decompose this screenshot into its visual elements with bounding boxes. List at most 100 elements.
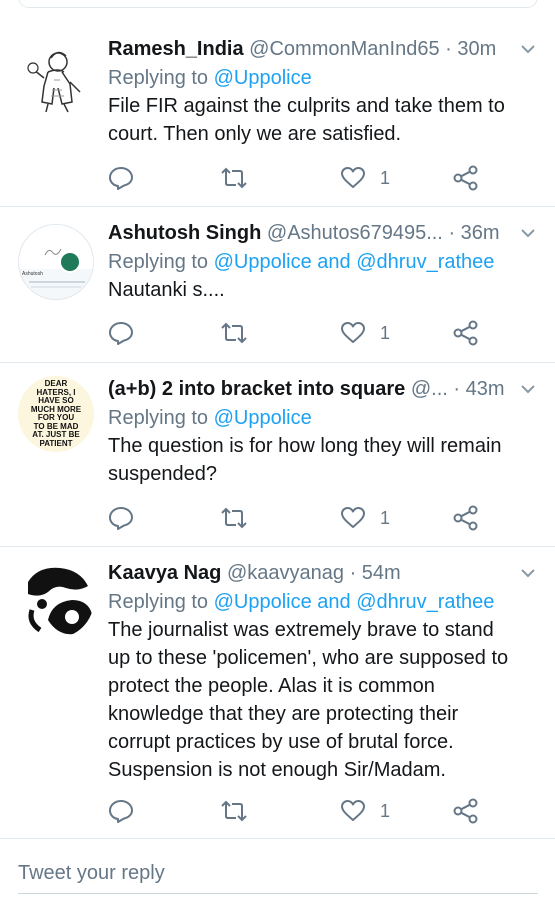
chevron-down-icon[interactable] <box>519 374 537 404</box>
tweet-time: · 36m <box>448 222 500 244</box>
author-name[interactable]: Ashutosh Singh <box>108 222 261 244</box>
tweet-content: Ashutosh Singh @Ashutos679495... · 36m R… <box>108 218 537 304</box>
tweet-actions: 1 <box>108 796 508 826</box>
tweet-actions: 1 <box>108 163 508 193</box>
replying-to-joiner: and <box>311 591 357 613</box>
tweet-time: · 43m <box>453 378 505 400</box>
mention-link[interactable]: @dhruv_rathee <box>356 591 494 613</box>
author-name[interactable]: (a+b) 2 into bracket into square <box>108 378 405 400</box>
mention-link[interactable]: @Uppolice <box>214 251 312 273</box>
retweet-icon <box>220 798 248 824</box>
author-name[interactable]: Ramesh_India <box>108 38 244 60</box>
share-icon <box>453 505 479 531</box>
tweet-actions: 1 <box>108 318 508 348</box>
tweet[interactable]: Ramesh_India @CommonManInd65 · 30m Reply… <box>0 20 555 207</box>
replying-to: Replying to @Uppolice <box>108 64 537 92</box>
avatar-image <box>27 51 81 113</box>
replying-to: Replying to @Uppolice and @dhruv_rathee <box>108 248 537 276</box>
tweet-time: · 30m <box>445 38 497 60</box>
reply-icon <box>108 320 134 346</box>
author-handle[interactable]: @... <box>411 378 448 400</box>
author-handle[interactable]: @Ashutos679495... <box>267 222 443 244</box>
like-count: 1 <box>380 507 391 528</box>
mention-link[interactable]: @Uppolice <box>214 67 312 89</box>
reply-button[interactable] <box>108 796 134 826</box>
like-icon <box>340 165 366 191</box>
replying-to-joiner: and <box>311 251 357 273</box>
mention-link[interactable]: @Uppolice <box>214 591 312 613</box>
tweet-text-line: File FIR against the culprits and take t… <box>108 95 505 117</box>
tweet-text-line: corrupt practices by use of brutal force… <box>108 731 454 753</box>
reply-icon <box>108 505 134 531</box>
tweet-text-line: suspended? <box>108 463 217 485</box>
chevron-down-icon[interactable] <box>519 218 537 248</box>
avatar-image: DEAR HATERS, I HAVE SO MUCH MORE FOR YOU… <box>18 376 94 452</box>
chevron-down-icon[interactable] <box>519 34 537 64</box>
like-count: 1 <box>380 167 391 188</box>
like-button[interactable]: 1 <box>340 318 390 348</box>
retweet-button[interactable] <box>220 163 248 193</box>
like-count: 1 <box>380 800 391 821</box>
mention-link[interactable]: @dhruv_rathee <box>356 251 494 273</box>
tweet-text-line: Suspension is not enough Sir/Madam. <box>108 759 446 781</box>
reply-icon <box>108 165 134 191</box>
replying-to-prefix: Replying to <box>108 591 214 613</box>
share-button[interactable] <box>453 503 479 533</box>
like-icon <box>340 320 366 346</box>
share-button[interactable] <box>453 318 479 348</box>
author-handle[interactable]: @kaavyanag <box>227 562 344 584</box>
tweet-header: Ashutosh Singh @Ashutos679495... · 36m <box>108 218 537 248</box>
tweet-text-line: The journalist was extremely brave to st… <box>108 619 494 641</box>
like-button[interactable]: 1 <box>340 796 390 826</box>
replying-to: Replying to @Uppolice and @dhruv_rathee <box>108 588 537 616</box>
retweet-button[interactable] <box>220 318 248 348</box>
share-icon <box>453 320 479 346</box>
replying-to-prefix: Replying to <box>108 67 214 89</box>
like-button[interactable]: 1 <box>340 163 390 193</box>
tweet[interactable]: Ashutosh Ashutosh Singh @Ashutos679495..… <box>0 206 555 363</box>
tweet-text-line: The question is for how long they will r… <box>108 435 502 457</box>
tweet-reply-input[interactable]: Tweet your reply <box>18 855 538 894</box>
tweet-content: Kaavya Nag @kaavyanag · 54m Replying to … <box>108 558 537 784</box>
share-icon <box>453 165 479 191</box>
reply-button[interactable] <box>108 163 134 193</box>
share-button[interactable] <box>453 796 479 826</box>
author-name[interactable]: Kaavya Nag <box>108 562 221 584</box>
replying-to: Replying to @Uppolice <box>108 404 537 432</box>
like-button[interactable]: 1 <box>340 503 390 533</box>
reply-icon <box>108 798 134 824</box>
avatar-caption: Ashutosh <box>22 271 43 277</box>
retweet-icon <box>220 320 248 346</box>
like-count: 1 <box>380 322 391 343</box>
avatar-image <box>28 567 92 635</box>
reply-button[interactable] <box>108 503 134 533</box>
tweet-actions: 1 <box>108 503 508 533</box>
retweet-button[interactable] <box>220 503 248 533</box>
like-icon <box>340 505 366 531</box>
avatar[interactable] <box>18 562 94 638</box>
tweet-text-line: court. Then only we are satisfied. <box>108 123 402 145</box>
chevron-down-icon[interactable] <box>519 558 537 588</box>
author-handle[interactable]: @CommonManInd65 <box>249 38 439 60</box>
mention-link[interactable]: @Uppolice <box>214 407 312 429</box>
replying-to-prefix: Replying to <box>108 407 214 429</box>
avatar-image: Ashutosh <box>19 225 93 299</box>
tweet-content: (a+b) 2 into bracket into square @... · … <box>108 374 537 488</box>
retweet-button[interactable] <box>220 796 248 826</box>
tweet-text: The journalist was extremely brave to st… <box>108 616 537 784</box>
avatar[interactable]: DEAR HATERS, I HAVE SO MUCH MORE FOR YOU… <box>18 376 94 452</box>
tweet-content: Ramesh_India @CommonManInd65 · 30m Reply… <box>108 34 537 148</box>
share-icon <box>453 798 479 824</box>
share-button[interactable] <box>453 163 479 193</box>
tweet[interactable]: Kaavya Nag @kaavyanag · 54m Replying to … <box>0 546 555 839</box>
avatar[interactable] <box>18 40 94 116</box>
tweet-header: Ramesh_India @CommonManInd65 · 30m <box>108 34 537 64</box>
tweet[interactable]: DEAR HATERS, I HAVE SO MUCH MORE FOR YOU… <box>0 362 555 547</box>
reply-button[interactable] <box>108 318 134 348</box>
tweet-text: File FIR against the culprits and take t… <box>108 92 537 148</box>
tweet-text-line: knowledge that they are protecting their <box>108 703 459 725</box>
like-icon <box>340 798 366 824</box>
tweet-text-line: protect the people. Alas it is common <box>108 675 435 697</box>
avatar-text-line: PATIENT <box>39 438 73 448</box>
avatar[interactable]: Ashutosh <box>18 224 94 300</box>
